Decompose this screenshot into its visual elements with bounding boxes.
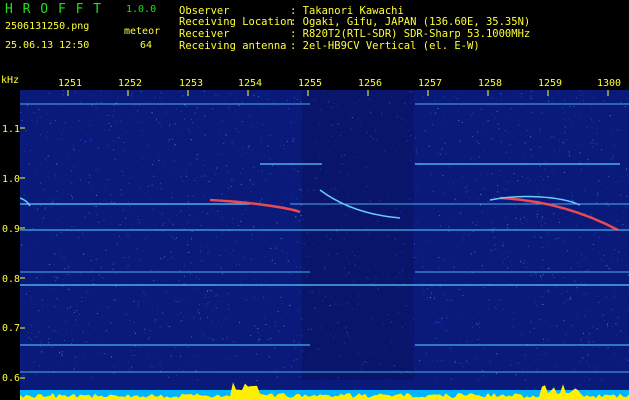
x-tick-label: 1251 bbox=[58, 78, 83, 89]
y-tick-label: 0.9 bbox=[2, 224, 21, 235]
receiver-value: : R820T2(RTL-SDR) SDR-Sharp 53.1000MHz bbox=[290, 28, 531, 40]
x-tick-label: 1256 bbox=[358, 78, 383, 89]
frequency-axis: kHz 1.1 1.0 0.9 0.8 0.7 0.6 bbox=[0, 72, 20, 400]
x-tick-label: 1255 bbox=[298, 78, 323, 89]
x-tick-label: 1253 bbox=[179, 78, 204, 89]
y-tick-label: 1.0 bbox=[2, 174, 21, 185]
file-name: 2506131250.png bbox=[5, 21, 90, 32]
y-tick-label: 0.7 bbox=[2, 323, 21, 334]
receiver-label: Receiver bbox=[179, 28, 230, 40]
observer-label: Observer bbox=[179, 5, 230, 17]
x-tick-label: 1258 bbox=[478, 78, 503, 89]
antenna-value: : 2el-HB9CV Vertical (el. E-W) bbox=[290, 40, 480, 52]
app-title: H R O F F T bbox=[5, 2, 103, 17]
y-tick-label: 1.1 bbox=[2, 124, 21, 135]
x-tick-label: 1252 bbox=[118, 78, 143, 89]
x-tick-label: 1259 bbox=[538, 78, 563, 89]
meteor-label: meteor bbox=[124, 26, 161, 37]
x-tick-label: 1257 bbox=[418, 78, 443, 89]
y-unit-label: kHz bbox=[1, 75, 20, 86]
location-value: : Ogaki, Gifu, JAPAN (136.60E, 35.35N) bbox=[290, 16, 531, 28]
timestamp: 25.06.13 12:50 bbox=[5, 40, 90, 51]
location-label: Receiving Location bbox=[179, 16, 293, 28]
screenshot-root: { "app": { "name": "H R O F F T", "versi… bbox=[0, 0, 629, 400]
y-tick-label: 0.6 bbox=[2, 373, 21, 384]
y-tick-label: 0.8 bbox=[2, 274, 21, 285]
spectrogram bbox=[20, 90, 629, 400]
meteor-count: 64 bbox=[140, 40, 153, 51]
observer-value: : Takanori Kawachi bbox=[290, 5, 404, 17]
app-version: 1.0.0 bbox=[126, 4, 157, 15]
antenna-label: Receiving antenna bbox=[179, 40, 287, 52]
x-tick-label: 1300 bbox=[597, 78, 622, 89]
x-tick-label: 1254 bbox=[238, 78, 263, 89]
header-panel: H R O F F T 1.0.0 2506131250.png meteor … bbox=[0, 0, 629, 72]
